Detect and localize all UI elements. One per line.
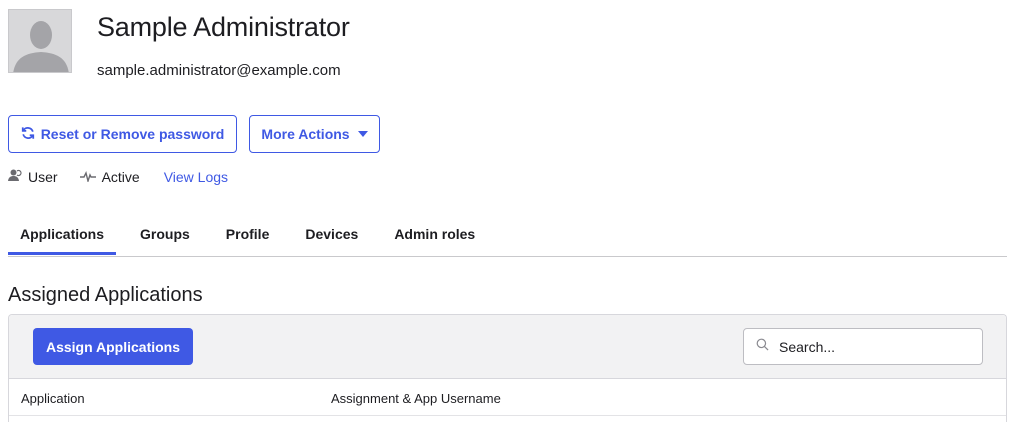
search-box[interactable] [743, 328, 983, 365]
view-logs-link[interactable]: View Logs [164, 169, 228, 185]
column-application: Application [21, 391, 85, 406]
tab-profile[interactable]: Profile [214, 216, 282, 255]
person-silhouette-icon [9, 10, 71, 72]
status-label: Active [101, 168, 140, 185]
user-name: Sample Administrator [97, 12, 350, 42]
activity-icon [79, 169, 96, 185]
search-input[interactable] [777, 337, 961, 356]
user-icon [8, 168, 22, 185]
column-assignment: Assignment & App Username [331, 391, 501, 406]
tab-admin-roles[interactable]: Admin roles [382, 216, 487, 255]
panel-toolbar: Assign Applications [9, 315, 1006, 379]
avatar [8, 9, 72, 73]
tab-applications[interactable]: Applications [8, 216, 117, 255]
refresh-icon [21, 126, 35, 143]
applications-panel: Assign Applications Application Assignme… [8, 314, 1007, 422]
role-indicator: User [8, 168, 58, 185]
status-indicator: Active [79, 168, 140, 185]
tab-devices[interactable]: Devices [293, 216, 370, 255]
search-icon [756, 338, 769, 356]
table-header: Application Assignment & App Username [9, 379, 1006, 416]
reset-password-button[interactable]: Reset or Remove password [8, 115, 237, 153]
role-label: User [28, 168, 58, 185]
section-title: Assigned Applications [8, 284, 203, 306]
assign-applications-button[interactable]: Assign Applications [33, 328, 193, 365]
reset-password-label: Reset or Remove password [40, 126, 225, 142]
more-actions-label: More Actions [261, 126, 350, 142]
tab-groups[interactable]: Groups [128, 216, 202, 255]
profile-tabs: Applications Groups Profile Devices Admi… [8, 216, 1007, 257]
caret-down-icon [357, 131, 368, 137]
user-email: sample.administrator@example.com [97, 62, 341, 79]
more-actions-button[interactable]: More Actions [249, 115, 380, 153]
user-meta: User Active View Logs [8, 168, 228, 185]
